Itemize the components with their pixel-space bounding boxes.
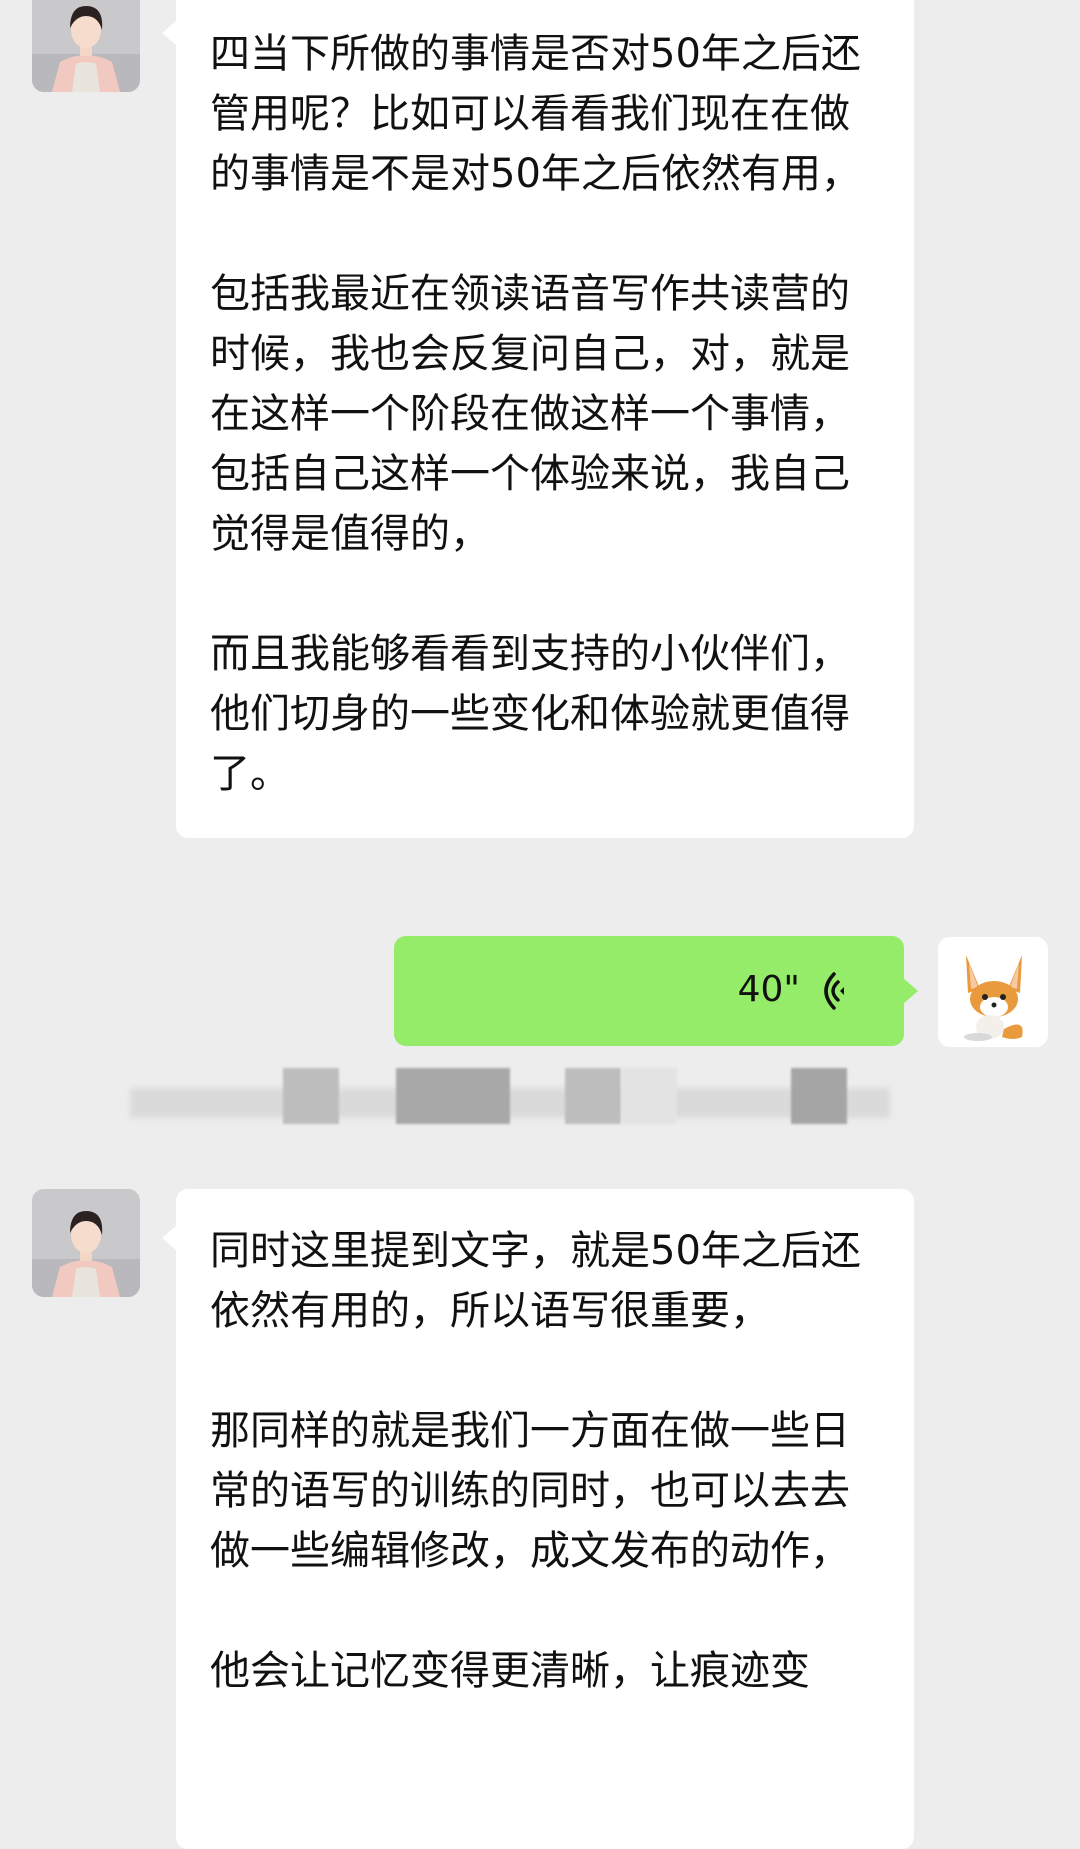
voice-duration: 40" <box>737 969 800 1010</box>
fox-avatar-icon <box>938 937 1048 1047</box>
message-bubble-incoming[interactable]: 同时这里提到文字，就是50年之后还依然有用的，所以语写很重要， 那同样的就是我们… <box>162 1189 914 1849</box>
message-paragraph: 他会让记忆变得更清晰，让痕迹变 <box>210 1648 810 1694</box>
voice-wave-icon <box>824 968 860 1018</box>
voice-message-bubble[interactable]: 40" <box>394 936 918 1046</box>
redacted-system-notice <box>130 1068 1010 1128</box>
message-paragraph: 那同样的就是我们一方面在做一些日常的语写的训练的同时，也可以去去做一些编辑修改，… <box>210 1408 850 1574</box>
contact-avatar[interactable] <box>32 1189 140 1297</box>
message-paragraph: 而且我能够看看到支持的小伙伴们，他们切身的一些变化和体验就更值得了。 <box>210 631 850 797</box>
contact-avatar[interactable] <box>32 0 140 92</box>
message-paragraph: 同时这里提到文字，就是50年之后还依然有用的，所以语写很重要， <box>210 1228 861 1334</box>
message-paragraph: 包括我最近在领读语音写作共读营的时候，我也会反复问自己，对，就是在这样一个阶段在… <box>210 271 850 557</box>
self-avatar[interactable] <box>938 937 1048 1047</box>
message-paragraph: 四当下所做的事情是否对50年之后还管用呢？比如可以看看我们现在在做的事情是不是对… <box>210 31 861 197</box>
message-bubble-incoming[interactable]: 四当下所做的事情是否对50年之后还管用呢？比如可以看看我们现在在做的事情是不是对… <box>162 0 914 838</box>
